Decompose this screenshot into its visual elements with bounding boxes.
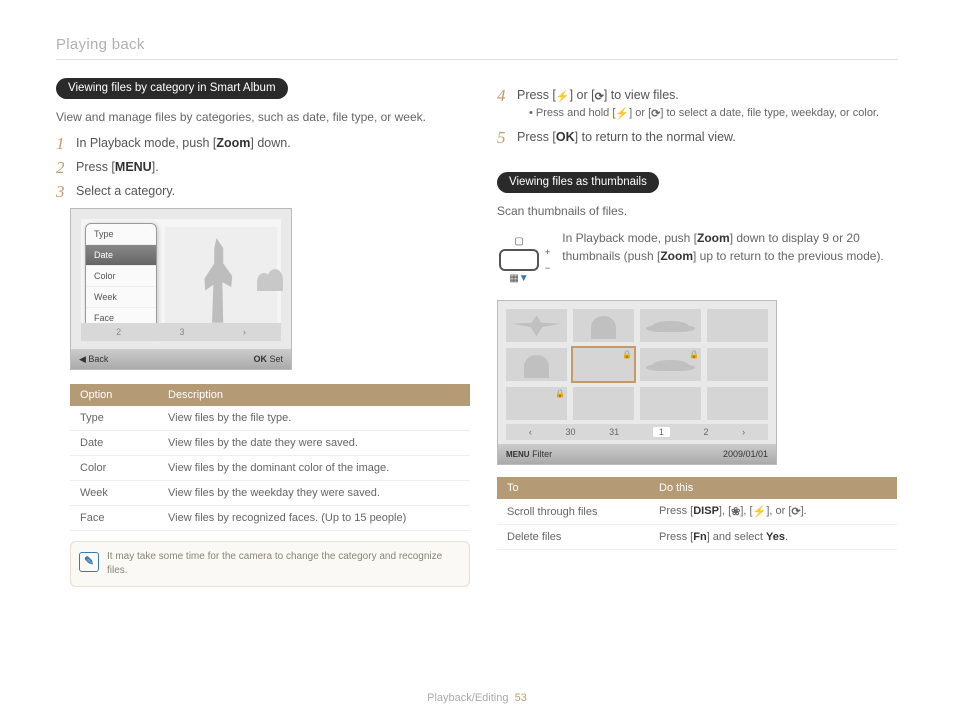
thumb-cell — [640, 387, 701, 420]
th-description: Description — [158, 384, 470, 406]
disp-label: DISP — [693, 505, 719, 517]
step-1: In Playback mode, push [Zoom] down. — [56, 136, 457, 150]
thumbnail-footer: MENU Filter 2009/01/01 — [498, 444, 776, 464]
table-row: DateView files by the date they were sav… — [70, 431, 470, 456]
thumb-cell — [707, 348, 768, 381]
menu-type: Type — [86, 224, 156, 245]
thumbnail-grid-screenshot: 🔒 🔒 🔒 ‹ 30 31 1 2 › MENU Filter — [497, 300, 777, 465]
steps-4-5: Press [⚡] or [⟳] to view files. Press an… — [497, 88, 898, 144]
right-column: Press [⚡] or [⟳] to view files. Press an… — [497, 78, 898, 587]
note-box: ✎ It may take some time for the camera t… — [70, 541, 470, 587]
page-footer: Playback/Editing 53 — [0, 692, 954, 704]
timer-icon: ⟳ — [791, 505, 800, 518]
step-4-sub: Press and hold [⚡] or [⟳] to select a da… — [529, 107, 898, 120]
minus-label: − — [545, 263, 550, 273]
option-table: Option Description TypeView files by the… — [70, 384, 470, 531]
action-table: To Do this Scroll through files Press [D… — [497, 477, 897, 550]
step-3: Select a category. — [56, 184, 457, 198]
timer-icon: ⟳ — [595, 90, 604, 103]
thumb-cell — [506, 348, 567, 381]
thumb-cell — [573, 387, 634, 420]
flash-icon: ⚡ — [556, 90, 570, 103]
thumb-cell — [707, 387, 768, 420]
multi-thumb-icon: ▦▼ — [509, 273, 528, 284]
menu-date: Date — [86, 245, 156, 266]
category-menu: Type Date Color Week Face — [85, 223, 157, 337]
set-label: Set — [269, 354, 283, 364]
intro-text: View and manage files by categories, suc… — [56, 109, 457, 126]
yes-label: Yes — [766, 531, 785, 543]
steps-1-3: In Playback mode, push [Zoom] down. Pres… — [56, 136, 457, 198]
thumb-cell — [573, 309, 634, 342]
left-column: Viewing files by category in Smart Album… — [56, 78, 457, 587]
section-header: Playing back — [56, 36, 898, 53]
thumb-cell — [640, 309, 701, 342]
category-screenshot: Type Date Color Week Face 2 3 › ◀ Back — [70, 208, 292, 370]
preview-heads-icon — [257, 269, 287, 293]
table-row: Scroll through files Press [DISP], [❀], … — [497, 499, 897, 525]
date-label: 2009/01/01 — [723, 449, 768, 459]
flash-icon: ⚡ — [615, 107, 629, 120]
back-label: ◀ Back — [79, 354, 108, 365]
divider — [56, 59, 898, 60]
step-4: Press [⚡] or [⟳] to view files. Press an… — [497, 88, 898, 120]
table-row: FaceView files by recognized faces. (Up … — [70, 506, 470, 531]
screenshot-footer: ◀ Back OK Set — [71, 349, 291, 369]
menu-label: MENU — [506, 450, 530, 459]
lock-icon: 🔒 — [689, 350, 699, 359]
table-row: WeekView files by the weekday they were … — [70, 481, 470, 506]
scan-text: Scan thumbnails of files. — [497, 203, 898, 220]
th-to: To — [497, 477, 649, 499]
fn-label: Fn — [693, 531, 706, 543]
thumb-cell: 🔒 — [506, 387, 567, 420]
section-pill-thumbnails: Viewing files as thumbnails — [497, 172, 659, 193]
lock-icon: 🔒 — [622, 350, 632, 359]
menu-week: Week — [86, 287, 156, 308]
note-icon: ✎ — [79, 552, 99, 572]
date-strip: 2 3 › — [81, 323, 281, 341]
zoom-lever-icon — [499, 249, 539, 271]
table-row: TypeView files by the file type. — [70, 406, 470, 431]
table-row: ColorView files by the dominant color of… — [70, 456, 470, 481]
two-column-layout: Viewing files by category in Smart Album… — [56, 78, 898, 587]
single-thumb-icon: ▢ — [514, 236, 523, 247]
flash-icon: ⚡ — [753, 505, 767, 518]
page-number: 53 — [515, 692, 527, 704]
thumbnail-datebar: ‹ 30 31 1 2 › — [506, 424, 768, 440]
ok-label: OK — [253, 354, 267, 364]
thumb-cell — [506, 309, 567, 342]
filter-label: Filter — [532, 449, 552, 459]
ok-button-label: OK — [556, 130, 575, 144]
th-option: Option — [70, 384, 158, 406]
thumb-cell: 🔒 — [640, 348, 701, 381]
thumb-cell — [707, 309, 768, 342]
section-pill-smart-album: Viewing files by category in Smart Album — [56, 78, 288, 99]
zoom-control-diagram: ▢ ▦▼ + − — [497, 234, 552, 286]
table-row: Delete files Press [Fn] and select Yes. — [497, 525, 897, 550]
thumb-cell-selected: 🔒 — [573, 348, 634, 381]
zoom-instruction-text: In Playback mode, push [Zoom] down to di… — [497, 230, 898, 265]
plus-label: + — [545, 247, 550, 257]
timer-icon: ⟳ — [651, 107, 660, 120]
menu-color: Color — [86, 266, 156, 287]
manual-page: Playing back Viewing files by category i… — [0, 0, 954, 720]
zoom-instruction-row: ▢ ▦▼ + − In Playback mode, push [Zoom] d… — [497, 230, 898, 290]
lock-icon: 🔒 — [555, 389, 565, 398]
step-2: Press [MENU]. — [56, 160, 457, 174]
macro-icon: ❀ — [731, 505, 740, 518]
step-5: Press [OK] to return to the normal view. — [497, 130, 898, 144]
th-do: Do this — [649, 477, 897, 499]
